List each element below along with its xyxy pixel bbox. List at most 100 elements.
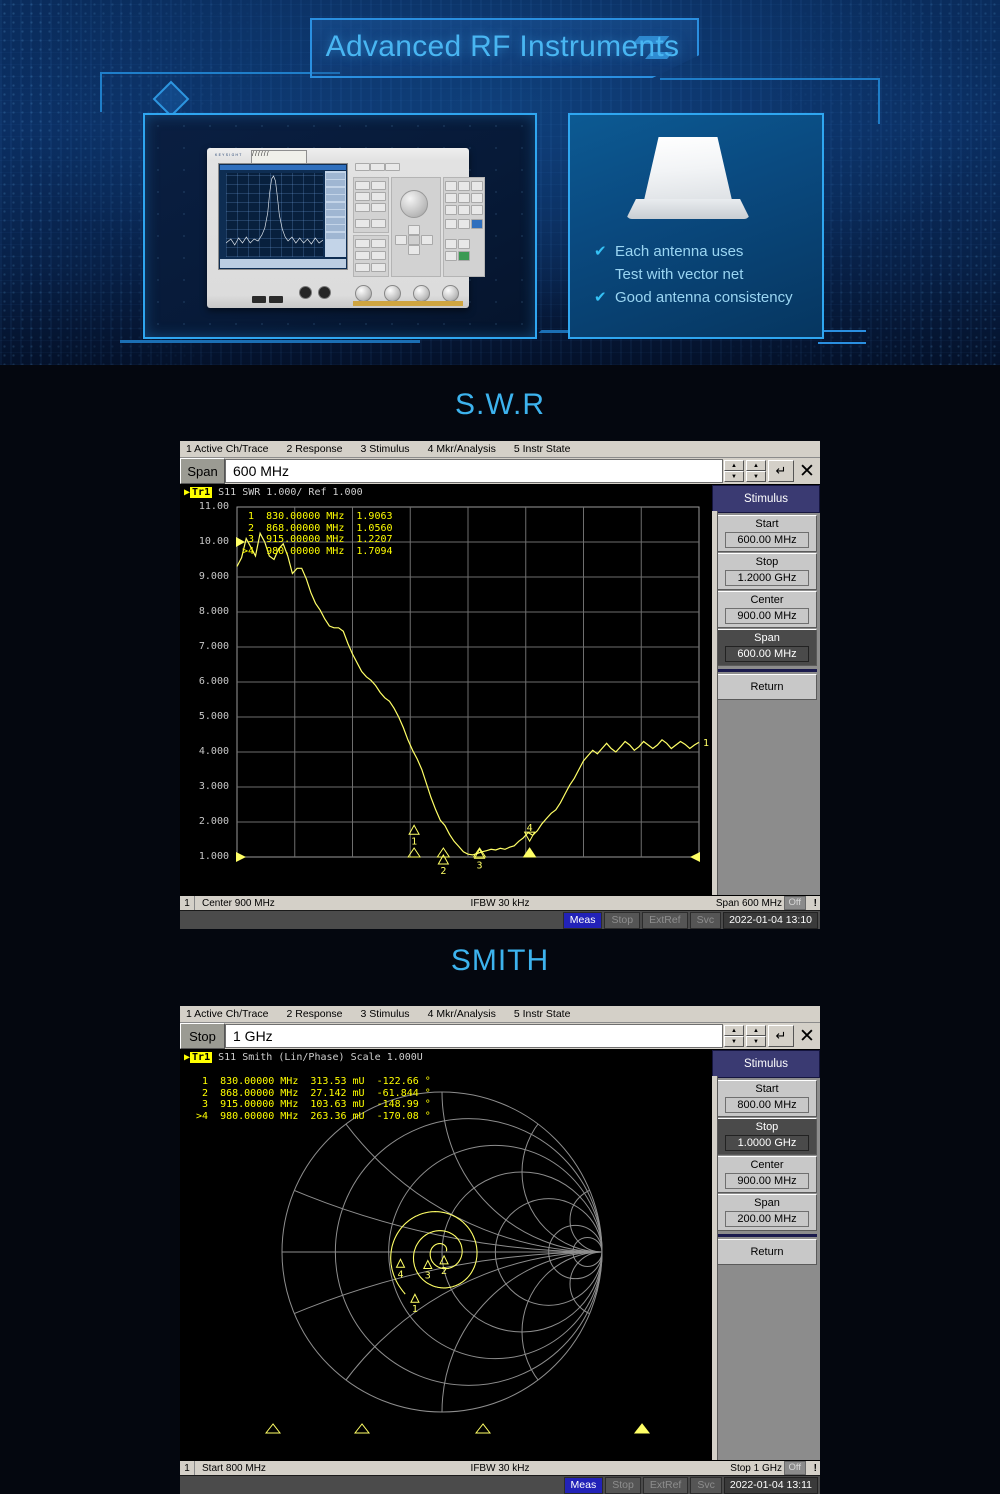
smith-entry-row: Stop 1 GHz ▲ ▼ ▲ ▼ ↵ ✕ bbox=[180, 1023, 820, 1050]
vna-key bbox=[371, 239, 386, 248]
softkey-start[interactable]: Start 600.00 MHz bbox=[717, 515, 817, 552]
softkey-stop[interactable]: Stop 1.0000 GHz bbox=[717, 1118, 817, 1155]
list-item: ✔ Good antenna consistency bbox=[594, 287, 809, 308]
deco-line-left bbox=[100, 72, 340, 74]
spin-down-icon[interactable]: ▼ bbox=[724, 1036, 744, 1047]
vna-key bbox=[355, 219, 370, 228]
swr-extref-indicator[interactable]: ExtRef bbox=[642, 911, 688, 929]
menu-item-active-ch-trace[interactable]: 1 Active Ch/Trace bbox=[186, 443, 268, 455]
smith-spin-coarse[interactable]: ▲ ▼ bbox=[724, 1025, 744, 1047]
softkey-stop[interactable]: Stop 1.2000 GHz bbox=[717, 553, 817, 590]
softkey-center[interactable]: Center 900.00 MHz bbox=[717, 1156, 817, 1193]
swr-status-warning-icon: ! bbox=[813, 897, 817, 909]
svg-text:4: 4 bbox=[527, 823, 533, 834]
svg-text:1: 1 bbox=[412, 1304, 418, 1315]
swr-entry-row: Span 600 MHz ▲ ▼ ▲ ▼ ↵ ✕ bbox=[180, 458, 820, 485]
swr-meas-indicator[interactable]: Meas bbox=[562, 911, 603, 929]
swr-softkey-title: Stimulus bbox=[712, 485, 820, 513]
list-item: Test with vector net bbox=[594, 264, 809, 285]
swr-vna-screenshot: 1 Active Ch/Trace 2 Response 3 Stimulus … bbox=[180, 441, 820, 929]
smith-close-icon[interactable]: ✕ bbox=[796, 1025, 818, 1047]
vna-util-key bbox=[445, 239, 457, 249]
spin-up-icon[interactable]: ▲ bbox=[724, 1025, 744, 1036]
smith-graph-area: ▶ Tr1 S11 Smith (Lin/Phase) Scale 1.000U … bbox=[180, 1050, 712, 1460]
swr-close-icon[interactable]: ✕ bbox=[796, 460, 818, 482]
vna-port-label-strip bbox=[353, 301, 463, 306]
vna-num-key bbox=[471, 193, 483, 203]
smith-entry-input[interactable]: 1 GHz bbox=[225, 1024, 723, 1048]
smith-menubar: 1 Active Ch/Trace 2 Response 3 Stimulus … bbox=[180, 1006, 820, 1023]
vna-arrow-center-key bbox=[408, 235, 420, 245]
swr-entry-input[interactable]: 600 MHz bbox=[225, 459, 723, 483]
vna-util-key bbox=[445, 251, 457, 261]
spin-up-icon[interactable]: ▲ bbox=[746, 460, 766, 471]
softkey-value: 900.00 MHz bbox=[725, 608, 809, 624]
softkey-span[interactable]: Span 600.00 MHz bbox=[717, 629, 817, 666]
smith-stop-indicator[interactable]: Stop bbox=[605, 1476, 641, 1494]
swr-entry-label: Span bbox=[180, 458, 225, 484]
spin-up-icon[interactable]: ▲ bbox=[724, 460, 744, 471]
vna-arrow-right-key bbox=[421, 235, 433, 245]
menu-item-mkr-analysis[interactable]: 4 Mkr/Analysis bbox=[428, 1008, 496, 1020]
softkey-label: Start bbox=[755, 518, 779, 530]
swr-screen-body: ▶ Tr1 S11 SWR 1.000/ Ref 1.000 11.00 10.00… bbox=[180, 485, 820, 895]
softkey-label: Stop bbox=[755, 1121, 779, 1133]
menu-item-response[interactable]: 2 Response bbox=[286, 443, 342, 455]
menu-item-stimulus[interactable]: 3 Stimulus bbox=[361, 1008, 410, 1020]
section-title-swr: S.W.R bbox=[454, 388, 545, 421]
menu-item-mkr-analysis[interactable]: 4 Mkr/Analysis bbox=[428, 443, 496, 455]
vna-keypad-area bbox=[353, 163, 485, 277]
vna-brand-label: K E Y S I G H T bbox=[215, 153, 242, 157]
swr-menubar: 1 Active Ch/Trace 2 Response 3 Stimulus … bbox=[180, 441, 820, 458]
menu-item-stimulus[interactable]: 3 Stimulus bbox=[361, 443, 410, 455]
smith-enter-button[interactable]: ↵ bbox=[768, 1025, 794, 1047]
softkey-return[interactable]: Return bbox=[717, 1239, 817, 1265]
smith-status-stop: Stop 1 GHz bbox=[730, 1462, 782, 1474]
antenna-base bbox=[626, 199, 750, 219]
softkey-divider bbox=[717, 1234, 817, 1237]
menu-item-instr-state[interactable]: 5 Instr State bbox=[514, 1008, 571, 1020]
smith-extref-indicator[interactable]: ExtRef bbox=[642, 1476, 689, 1494]
svg-text:4: 4 bbox=[397, 1269, 403, 1280]
vna-bnc-ports bbox=[299, 286, 331, 299]
bullet-text: Each antenna uses bbox=[615, 243, 744, 260]
smith-spin-fine[interactable]: ▲ ▼ bbox=[746, 1025, 766, 1047]
vna-num-key bbox=[445, 205, 457, 215]
spin-up-icon[interactable]: ▲ bbox=[746, 1025, 766, 1036]
softkey-label: Stop bbox=[755, 556, 779, 568]
bullet-text: Test with vector net bbox=[615, 266, 744, 283]
vna-test-port bbox=[384, 285, 401, 302]
smith-status-off-badge: Off bbox=[783, 1461, 806, 1475]
deco-line-right-v bbox=[878, 78, 880, 124]
swr-enter-button[interactable]: ↵ bbox=[768, 460, 794, 482]
vna-screen bbox=[218, 163, 348, 270]
softkey-center[interactable]: Center 900.00 MHz bbox=[717, 591, 817, 628]
spin-down-icon[interactable]: ▼ bbox=[746, 1036, 766, 1047]
smith-svc-indicator[interactable]: Svc bbox=[690, 1476, 722, 1494]
swr-stop-indicator[interactable]: Stop bbox=[604, 911, 641, 929]
swr-marker-table: 1 830.00000 MHz 1.9063 2 868.00000 MHz 1… bbox=[242, 511, 393, 557]
vna-key bbox=[370, 163, 385, 171]
menu-item-instr-state[interactable]: 5 Instr State bbox=[514, 443, 571, 455]
swr-spin-coarse[interactable]: ▲ ▼ bbox=[724, 460, 744, 482]
page-title: Advanced RF Instruments bbox=[325, 30, 680, 63]
swr-svc-indicator[interactable]: Svc bbox=[689, 911, 722, 929]
swr-spin-fine[interactable]: ▲ ▼ bbox=[746, 460, 766, 482]
smith-status-left: Start 800 MHz bbox=[202, 1462, 266, 1474]
section-title-smith: SMITH bbox=[450, 944, 550, 977]
spin-down-icon[interactable]: ▼ bbox=[746, 471, 766, 482]
smith-meas-indicator[interactable]: Meas bbox=[563, 1476, 604, 1494]
vna-key bbox=[355, 181, 370, 190]
spin-down-icon[interactable]: ▼ bbox=[724, 471, 744, 482]
softkey-return[interactable]: Return bbox=[717, 674, 817, 700]
vna-rotary-knob bbox=[400, 190, 428, 218]
vna-key bbox=[371, 251, 386, 260]
bullet-text: Good antenna consistency bbox=[615, 289, 793, 306]
softkey-start[interactable]: Start 800.00 MHz bbox=[717, 1080, 817, 1117]
check-icon: ✔ bbox=[594, 243, 607, 260]
softkey-span[interactable]: Span 200.00 MHz bbox=[717, 1194, 817, 1231]
svg-text:3: 3 bbox=[425, 1271, 431, 1282]
menu-item-response[interactable]: 2 Response bbox=[286, 1008, 342, 1020]
menu-item-active-ch-trace[interactable]: 1 Active Ch/Trace bbox=[186, 1008, 268, 1020]
smith-status-ifbw: IFBW 30 kHz bbox=[470, 1462, 530, 1474]
